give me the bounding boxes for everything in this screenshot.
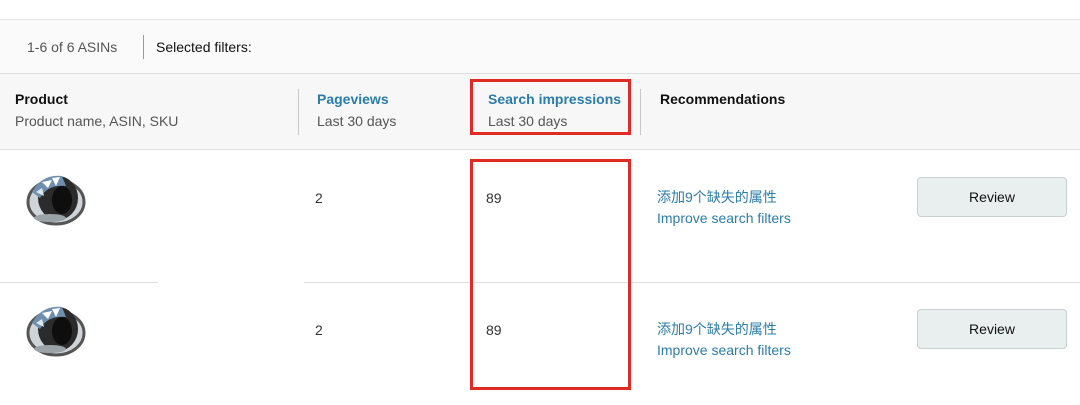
- column-recommendations-title: Recommendations: [660, 91, 786, 107]
- top-strip: [0, 0, 1080, 20]
- column-product-title: Product: [15, 91, 68, 107]
- results-summary-bar: 1-6 of 6 ASINs Selected filters:: [0, 20, 1080, 74]
- pageviews-value: 2: [315, 322, 323, 338]
- pageviews-value: 2: [315, 190, 323, 206]
- divider: [143, 35, 144, 59]
- review-button[interactable]: Review: [917, 309, 1067, 349]
- bracelet-image[interactable]: [22, 293, 94, 365]
- improve-search-filters-link[interactable]: Improve search filters: [657, 340, 791, 361]
- add-missing-attributes-link[interactable]: 添加9个缺失的属性: [657, 187, 791, 208]
- bracelet-image[interactable]: [22, 162, 94, 234]
- column-product-subtitle: Product name, ASIN, SKU: [15, 113, 179, 129]
- review-button[interactable]: Review: [917, 177, 1067, 217]
- improve-search-filters-link[interactable]: Improve search filters: [657, 208, 791, 229]
- selected-filters-label: Selected filters:: [156, 39, 252, 55]
- column-pageviews-subtitle: Last 30 days: [317, 113, 397, 129]
- asin-count: 1-6 of 6 ASINs: [27, 39, 118, 55]
- highlight-box-header: [470, 79, 631, 135]
- add-missing-attributes-link[interactable]: 添加9个缺失的属性: [657, 319, 791, 340]
- column-divider: [640, 89, 641, 135]
- highlight-box-column: [470, 159, 631, 390]
- column-pageviews-sort[interactable]: Pageviews: [317, 91, 389, 107]
- column-divider: [298, 89, 299, 135]
